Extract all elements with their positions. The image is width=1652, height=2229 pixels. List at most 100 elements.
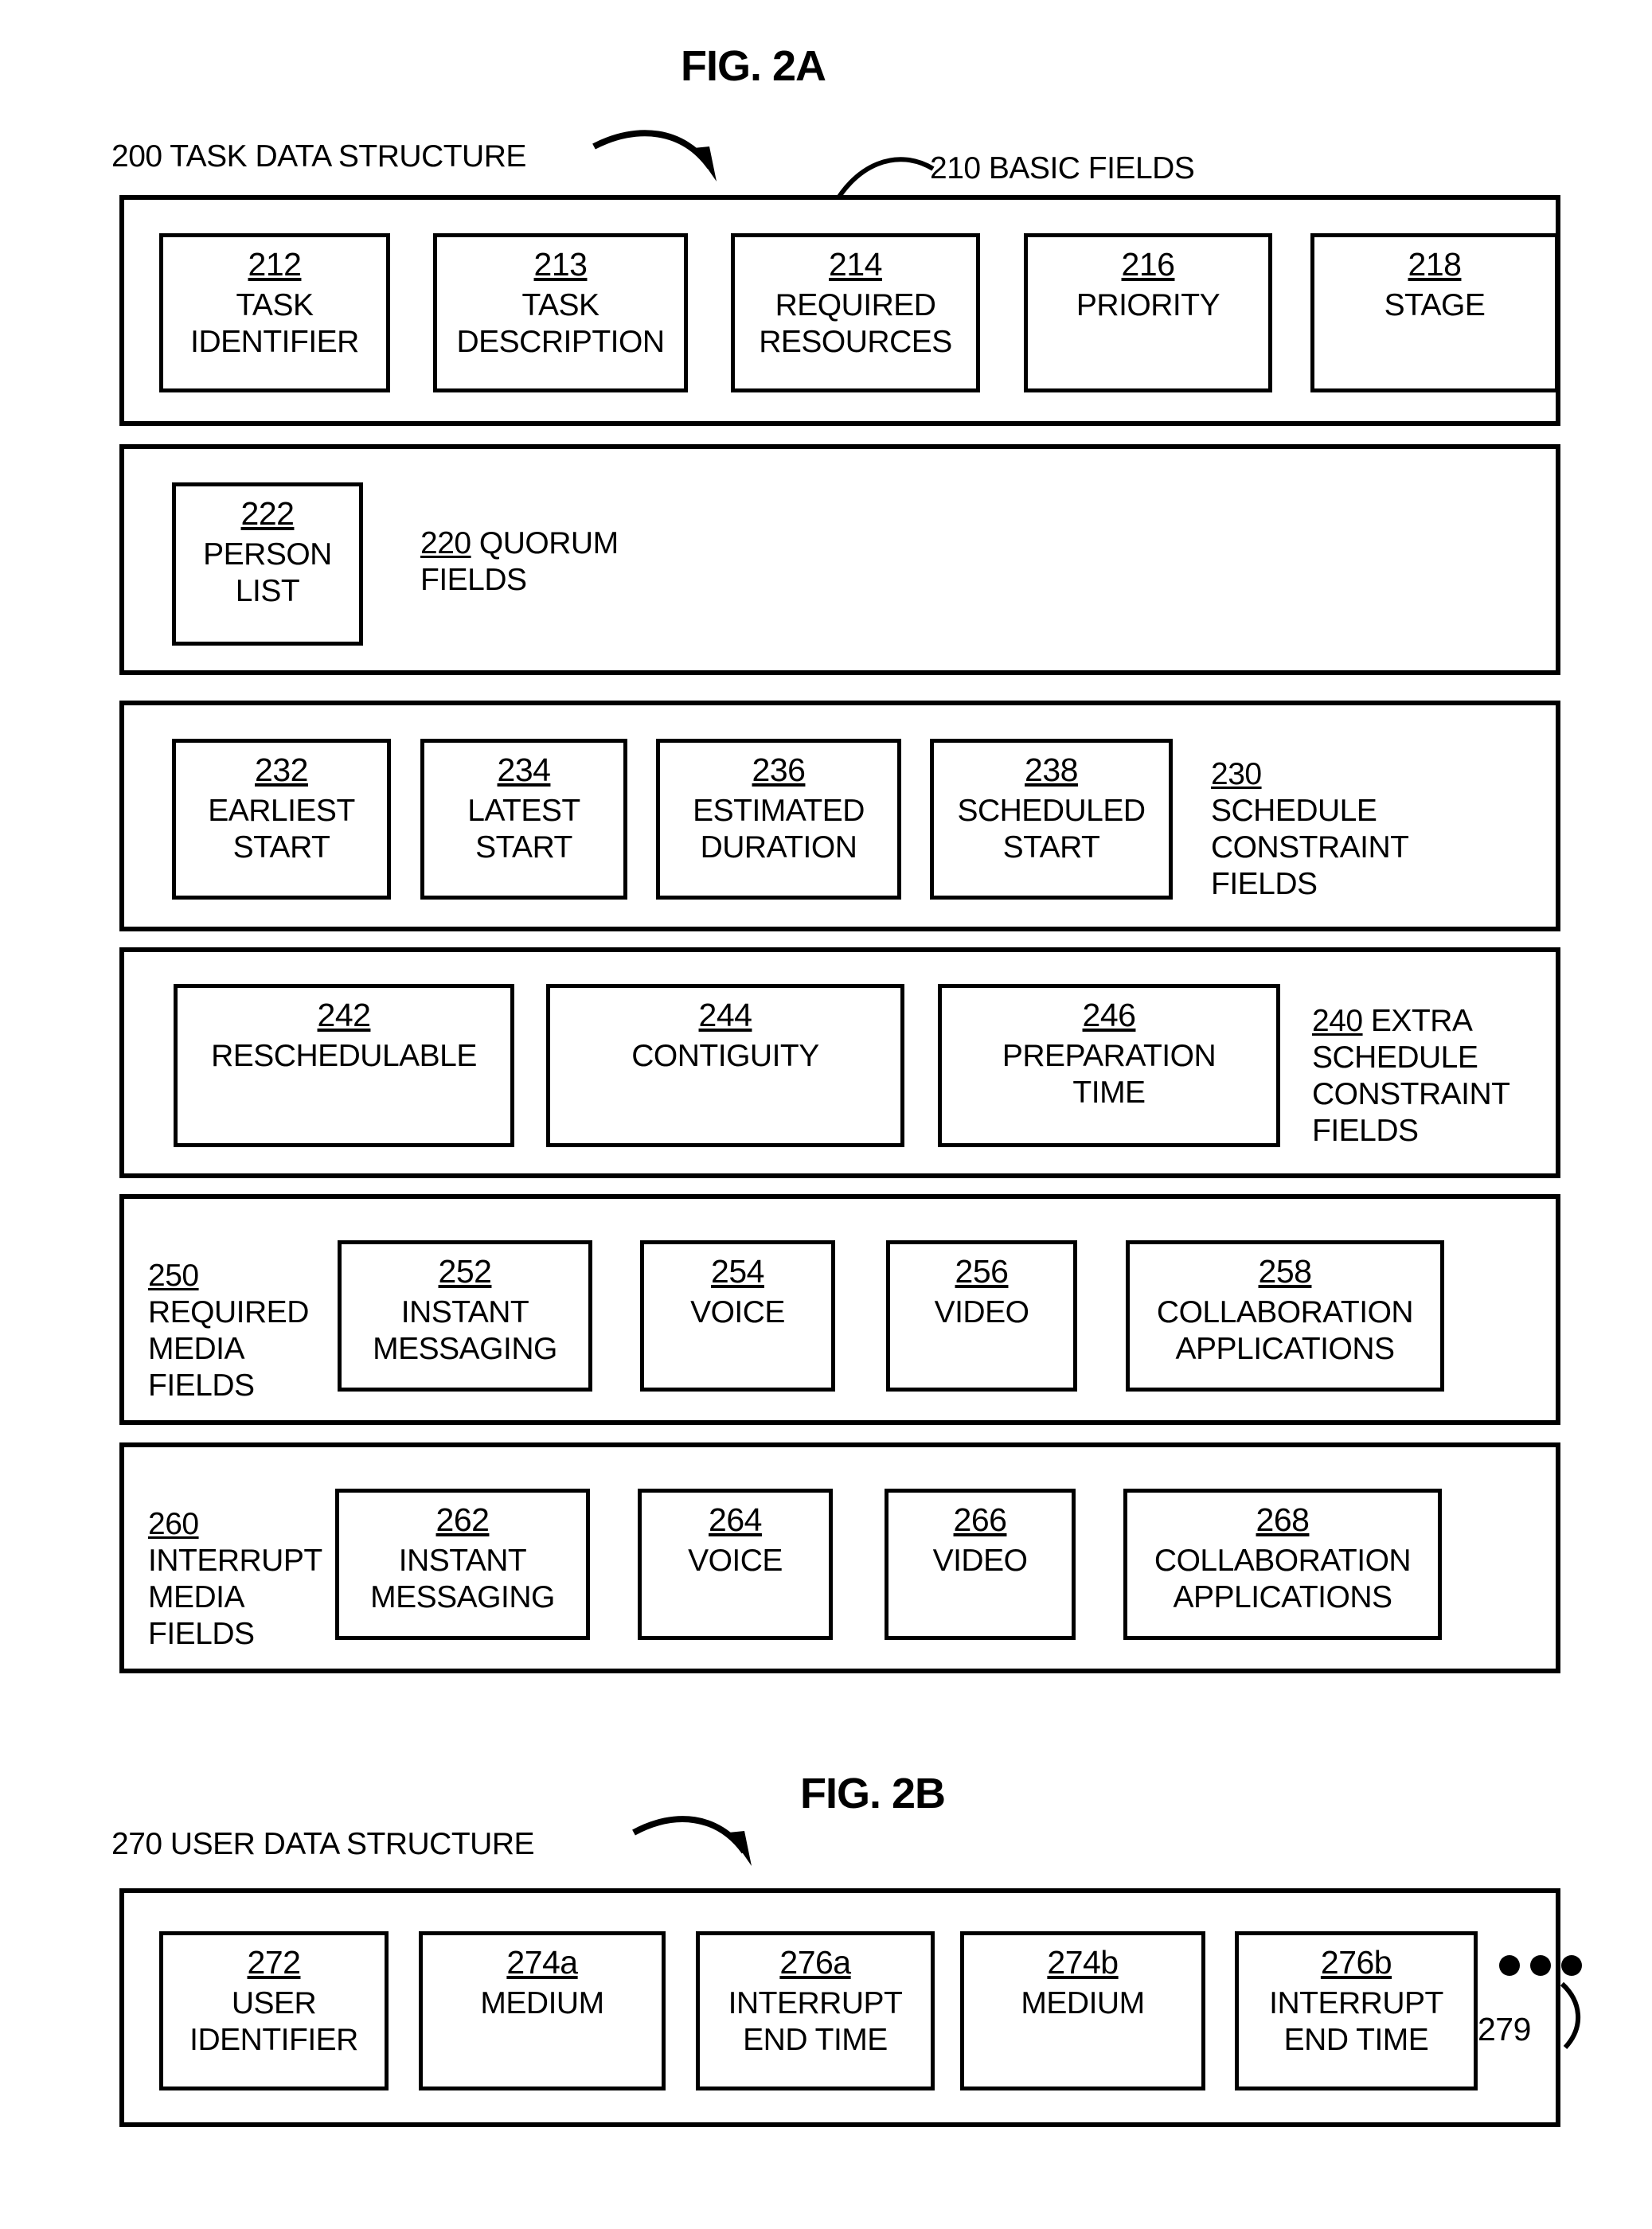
basic-fields-callout: 210 BASIC FIELDS <box>930 151 1195 185</box>
user-data-structure-callout: 270 USER DATA STRUCTURE <box>111 1827 535 1861</box>
group-interrupt-media-fields: 260 INTERRUPT MEDIA FIELDS 262 INSTANT ME… <box>119 1442 1560 1673</box>
field-box-222[interactable]: 222 PERSON LIST <box>172 482 363 646</box>
field-box-234[interactable]: 234 LATEST START <box>420 739 627 900</box>
figure-2b-title: FIG. 2B <box>800 1770 946 1817</box>
field-label: STAGE <box>1384 287 1486 322</box>
field-number: 274a <box>506 1944 578 1981</box>
field-label: VIDEO <box>932 1543 1028 1578</box>
field-box-212[interactable]: 212 TASK IDENTIFIER <box>159 233 390 392</box>
group-required-media-fields: 250 REQUIRED MEDIA FIELDS 252 INSTANT MES… <box>119 1194 1560 1425</box>
field-number: 216 <box>1121 246 1175 283</box>
group-user-data-structure: 272 USER IDENTIFIER 274a MEDIUM 276a INT… <box>119 1888 1582 2127</box>
field-box-214[interactable]: 214 REQUIRED RESOURCES <box>731 233 980 392</box>
field-number: 236 <box>752 751 806 788</box>
field-box-216[interactable]: 216 PRIORITY <box>1024 233 1272 392</box>
field-number: 214 <box>829 246 882 283</box>
field-label: COLLABORATION APPLICATIONS <box>1154 1543 1412 1614</box>
field-label: PERSON LIST <box>203 537 332 608</box>
field-label: INSTANT MESSAGING <box>373 1294 557 1366</box>
field-number: 276b <box>1320 1944 1392 1981</box>
figure-2a-title: FIG. 2A <box>681 42 826 90</box>
field-label: SCHEDULED START <box>957 793 1146 865</box>
field-number: 244 <box>698 997 752 1033</box>
group-title-interrupt-media-fields: 260 INTERRUPT MEDIA FIELDS <box>148 1470 322 1653</box>
field-label: VIDEO <box>934 1294 1029 1329</box>
group-title-text: REQUIRED MEDIA FIELDS <box>148 1295 309 1403</box>
field-label: USER IDENTIFIER <box>189 1985 358 2057</box>
field-box-218[interactable]: 218 STAGE <box>1310 233 1559 392</box>
leader-arrow-270 <box>632 1816 752 1866</box>
group-number: 240 <box>1312 1004 1363 1039</box>
group-quorum-fields: 222 PERSON LIST 220 QUORUM FIELDS <box>119 444 1560 675</box>
field-box-238[interactable]: 238 SCHEDULED START <box>930 739 1173 900</box>
field-number: 246 <box>1082 997 1136 1033</box>
field-number: 272 <box>247 1944 301 1981</box>
field-number: 218 <box>1408 246 1462 283</box>
field-box-274b[interactable]: 274b MEDIUM <box>960 1931 1205 2090</box>
leader-arrow-200 <box>592 130 717 182</box>
field-number: 213 <box>533 246 588 283</box>
field-box-252[interactable]: 252 INSTANT MESSAGING <box>338 1240 592 1392</box>
group-schedule-constraint-fields: 232 EARLIEST START 234 LATEST START 236 … <box>119 701 1560 931</box>
field-box-244[interactable]: 244 CONTIGUITY <box>546 984 904 1147</box>
group-basic-fields: 212 TASK IDENTIFIER 213 TASK DESCRIPTION… <box>119 195 1560 426</box>
field-number: 264 <box>709 1501 762 1538</box>
field-box-274a[interactable]: 274a MEDIUM <box>419 1931 666 2090</box>
field-box-254[interactable]: 254 VOICE <box>640 1240 835 1392</box>
field-label: CONTIGUITY <box>631 1038 819 1073</box>
field-box-236[interactable]: 236 ESTIMATED DURATION <box>656 739 901 900</box>
field-label: MEDIUM <box>1021 1985 1145 2020</box>
field-number: 234 <box>497 751 551 788</box>
field-label: PREPARATION TIME <box>1002 1038 1217 1110</box>
field-label: VOICE <box>688 1543 783 1578</box>
continuation-ellipsis-icon <box>1499 1955 1582 1976</box>
group-title-extra-schedule-constraint-fields: 240 EXTRA SCHEDULE CONSTRAINT FIELDS <box>1312 966 1510 1150</box>
field-label: INSTANT MESSAGING <box>370 1543 555 1614</box>
field-label: MEDIUM <box>480 1985 604 2020</box>
field-box-213[interactable]: 213 TASK DESCRIPTION <box>433 233 688 392</box>
field-box-264[interactable]: 264 VOICE <box>638 1489 833 1640</box>
field-number: 274b <box>1047 1944 1119 1981</box>
field-box-276b[interactable]: 276b INTERRUPT END TIME <box>1235 1931 1478 2090</box>
group-number: 230 <box>1211 757 1262 792</box>
field-number: 268 <box>1256 1501 1310 1538</box>
field-box-262[interactable]: 262 INSTANT MESSAGING <box>335 1489 590 1640</box>
field-box-266[interactable]: 266 VIDEO <box>885 1489 1076 1640</box>
group-number: 250 <box>148 1259 199 1294</box>
field-number: 266 <box>953 1501 1007 1538</box>
field-box-272[interactable]: 272 USER IDENTIFIER <box>159 1931 389 2090</box>
group-title-schedule-constraint-fields: 230 SCHEDULE CONSTRAINT FIELDS <box>1211 720 1409 903</box>
field-box-246[interactable]: 246 PREPARATION TIME <box>938 984 1280 1147</box>
field-number: 212 <box>248 246 302 283</box>
leader-line-279 <box>1560 1981 1581 2050</box>
field-number: 238 <box>1025 751 1078 788</box>
group-title-required-media-fields: 250 REQUIRED MEDIA FIELDS <box>148 1221 309 1404</box>
field-label: TASK IDENTIFIER <box>190 287 359 359</box>
field-label: PRIORITY <box>1076 287 1220 322</box>
group-extra-schedule-constraint-fields: 242 RESCHEDULABLE 244 CONTIGUITY 246 PRE… <box>119 947 1560 1178</box>
field-label: REQUIRED RESOURCES <box>759 287 952 359</box>
field-number: 222 <box>240 495 295 532</box>
group-title-text: SCHEDULE CONSTRAINT FIELDS <box>1211 794 1409 902</box>
group-number: 260 <box>148 1507 199 1542</box>
field-box-242[interactable]: 242 RESCHEDULABLE <box>174 984 514 1147</box>
field-number: 242 <box>317 997 371 1033</box>
field-box-258[interactable]: 258 COLLABORATION APPLICATIONS <box>1126 1240 1444 1392</box>
field-label: EARLIEST START <box>208 793 355 865</box>
field-box-256[interactable]: 256 VIDEO <box>886 1240 1077 1392</box>
field-number: 232 <box>255 751 308 788</box>
field-number: 254 <box>711 1253 764 1290</box>
field-box-232[interactable]: 232 EARLIEST START <box>172 739 391 900</box>
field-box-268[interactable]: 268 COLLABORATION APPLICATIONS <box>1123 1489 1442 1640</box>
group-title-text: INTERRUPT MEDIA FIELDS <box>148 1544 322 1652</box>
field-number: 258 <box>1258 1253 1312 1290</box>
field-number: 256 <box>955 1253 1009 1290</box>
field-number: 276a <box>779 1944 851 1981</box>
field-label: LATEST START <box>467 793 580 865</box>
group-number: 220 <box>420 526 471 561</box>
field-label: INTERRUPT END TIME <box>1269 1985 1443 2057</box>
field-box-276a[interactable]: 276a INTERRUPT END TIME <box>696 1931 935 2090</box>
field-label: ESTIMATED DURATION <box>693 793 865 865</box>
field-label: INTERRUPT END TIME <box>728 1985 903 2057</box>
field-number: 262 <box>435 1501 490 1538</box>
